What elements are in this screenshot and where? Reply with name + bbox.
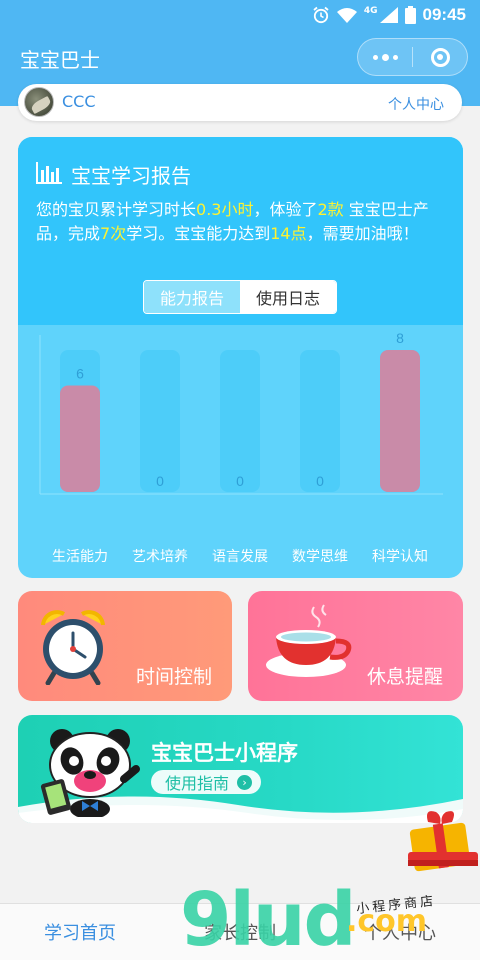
report-header: 宝宝学习报告 您的宝贝累计学习时长0.3小时，体验了2款 宝宝巴士产品，完成7次… [18, 137, 463, 325]
nav-bar: 宝宝巴士 [0, 30, 480, 86]
bar-chart-icon [36, 162, 62, 184]
close-miniprogram-button[interactable] [413, 39, 467, 75]
tab-parent-control[interactable]: 家长控制 [160, 904, 320, 960]
bar [380, 350, 420, 492]
status-bar: 4G 09:45 [0, 0, 480, 30]
more-dot-icon [392, 54, 398, 60]
category-label: 数学思维 [292, 549, 348, 565]
teacup-icon [266, 604, 352, 677]
summary-text: 学习。宝宝能力达到 [126, 224, 271, 243]
summary-hours: 0.3小时 [196, 200, 254, 219]
wifi-icon [336, 8, 357, 23]
tab-usage-log[interactable]: 使用日志 [240, 281, 336, 313]
bar-track [300, 350, 340, 492]
profile-bar[interactable]: CCC 个人中心 [18, 84, 462, 121]
bar [60, 385, 100, 492]
summary-points: 14点 [270, 224, 307, 243]
miniprogram-capsule [357, 38, 468, 76]
category-label: 艺术培养 [132, 549, 188, 565]
panda-mascot-icon [40, 729, 140, 817]
bottom-tab-bar: 学习首页 家长控制 个人中心 [0, 903, 480, 960]
status-icons: 4G 09:45 [312, 5, 466, 25]
status-time: 09:45 [422, 5, 466, 24]
summary-text: ，体验了 [253, 200, 318, 219]
personal-center-link[interactable]: 个人中心 [388, 94, 444, 114]
rest-reminder-tile[interactable]: 休息提醒 [248, 591, 463, 701]
time-control-tile[interactable]: 时间控制 [18, 591, 232, 701]
alarm-clock-icon [41, 610, 105, 685]
tab-home[interactable]: 学习首页 [0, 904, 160, 960]
report-tabs: 能力报告 使用日志 [143, 280, 337, 314]
summary-times: 7次 [100, 224, 127, 243]
gift-box-icon[interactable] [406, 802, 480, 872]
report-title: 宝宝学习报告 [71, 164, 191, 188]
data-label: 0 [156, 473, 164, 489]
alarm-icon [313, 6, 329, 24]
network-type: 4G [363, 6, 378, 16]
user-guide-label: 使用指南 [165, 774, 230, 793]
chevron-right-icon: › [237, 774, 253, 790]
more-dot-icon [381, 53, 389, 61]
data-label: 8 [396, 330, 404, 346]
user-guide-button[interactable]: 使用指南 › [151, 770, 261, 794]
battery-icon [404, 6, 416, 24]
learning-report-card: 宝宝学习报告 您的宝贝累计学习时长0.3小时，体验了2款 宝宝巴士产品，完成7次… [18, 137, 463, 578]
rest-reminder-label: 休息提醒 [366, 666, 443, 688]
bar-track [140, 350, 180, 492]
tab-ability-report[interactable]: 能力报告 [144, 281, 240, 313]
banner-title: 宝宝巴士小程序 [151, 741, 298, 765]
target-icon [430, 47, 450, 67]
tab-personal-center[interactable]: 个人中心 [320, 904, 480, 960]
data-label: 0 [236, 473, 244, 489]
report-summary: 您的宝贝累计学习时长0.3小时，体验了2款 宝宝巴士产品，完成7次学习。宝宝能力… [36, 198, 451, 246]
avatar[interactable] [24, 87, 54, 117]
data-label: 6 [76, 366, 84, 382]
miniprogram-banner[interactable]: 宝宝巴士小程序 使用指南 › [18, 715, 463, 823]
ability-bar-chart: 6 生活能力 0 艺术培养 0 语言发展 0 数学思维 8 科学认知 [39, 330, 443, 565]
bar-track [220, 350, 260, 492]
category-label: 语言发展 [212, 549, 268, 565]
more-dot-icon [372, 54, 378, 60]
more-button[interactable] [358, 39, 412, 75]
summary-text: 您的宝贝累计学习时长 [36, 200, 197, 219]
profile-name: CCC [62, 92, 96, 111]
page-title: 宝宝巴士 [20, 48, 100, 72]
summary-apps: 2款 [317, 200, 344, 219]
summary-text: ，需要加油哦！ [306, 224, 419, 243]
signal-icon [379, 7, 398, 23]
time-control-label: 时间控制 [135, 666, 212, 688]
data-label: 0 [316, 473, 324, 489]
category-label: 科学认知 [372, 548, 428, 565]
category-label: 生活能力 [52, 549, 108, 565]
